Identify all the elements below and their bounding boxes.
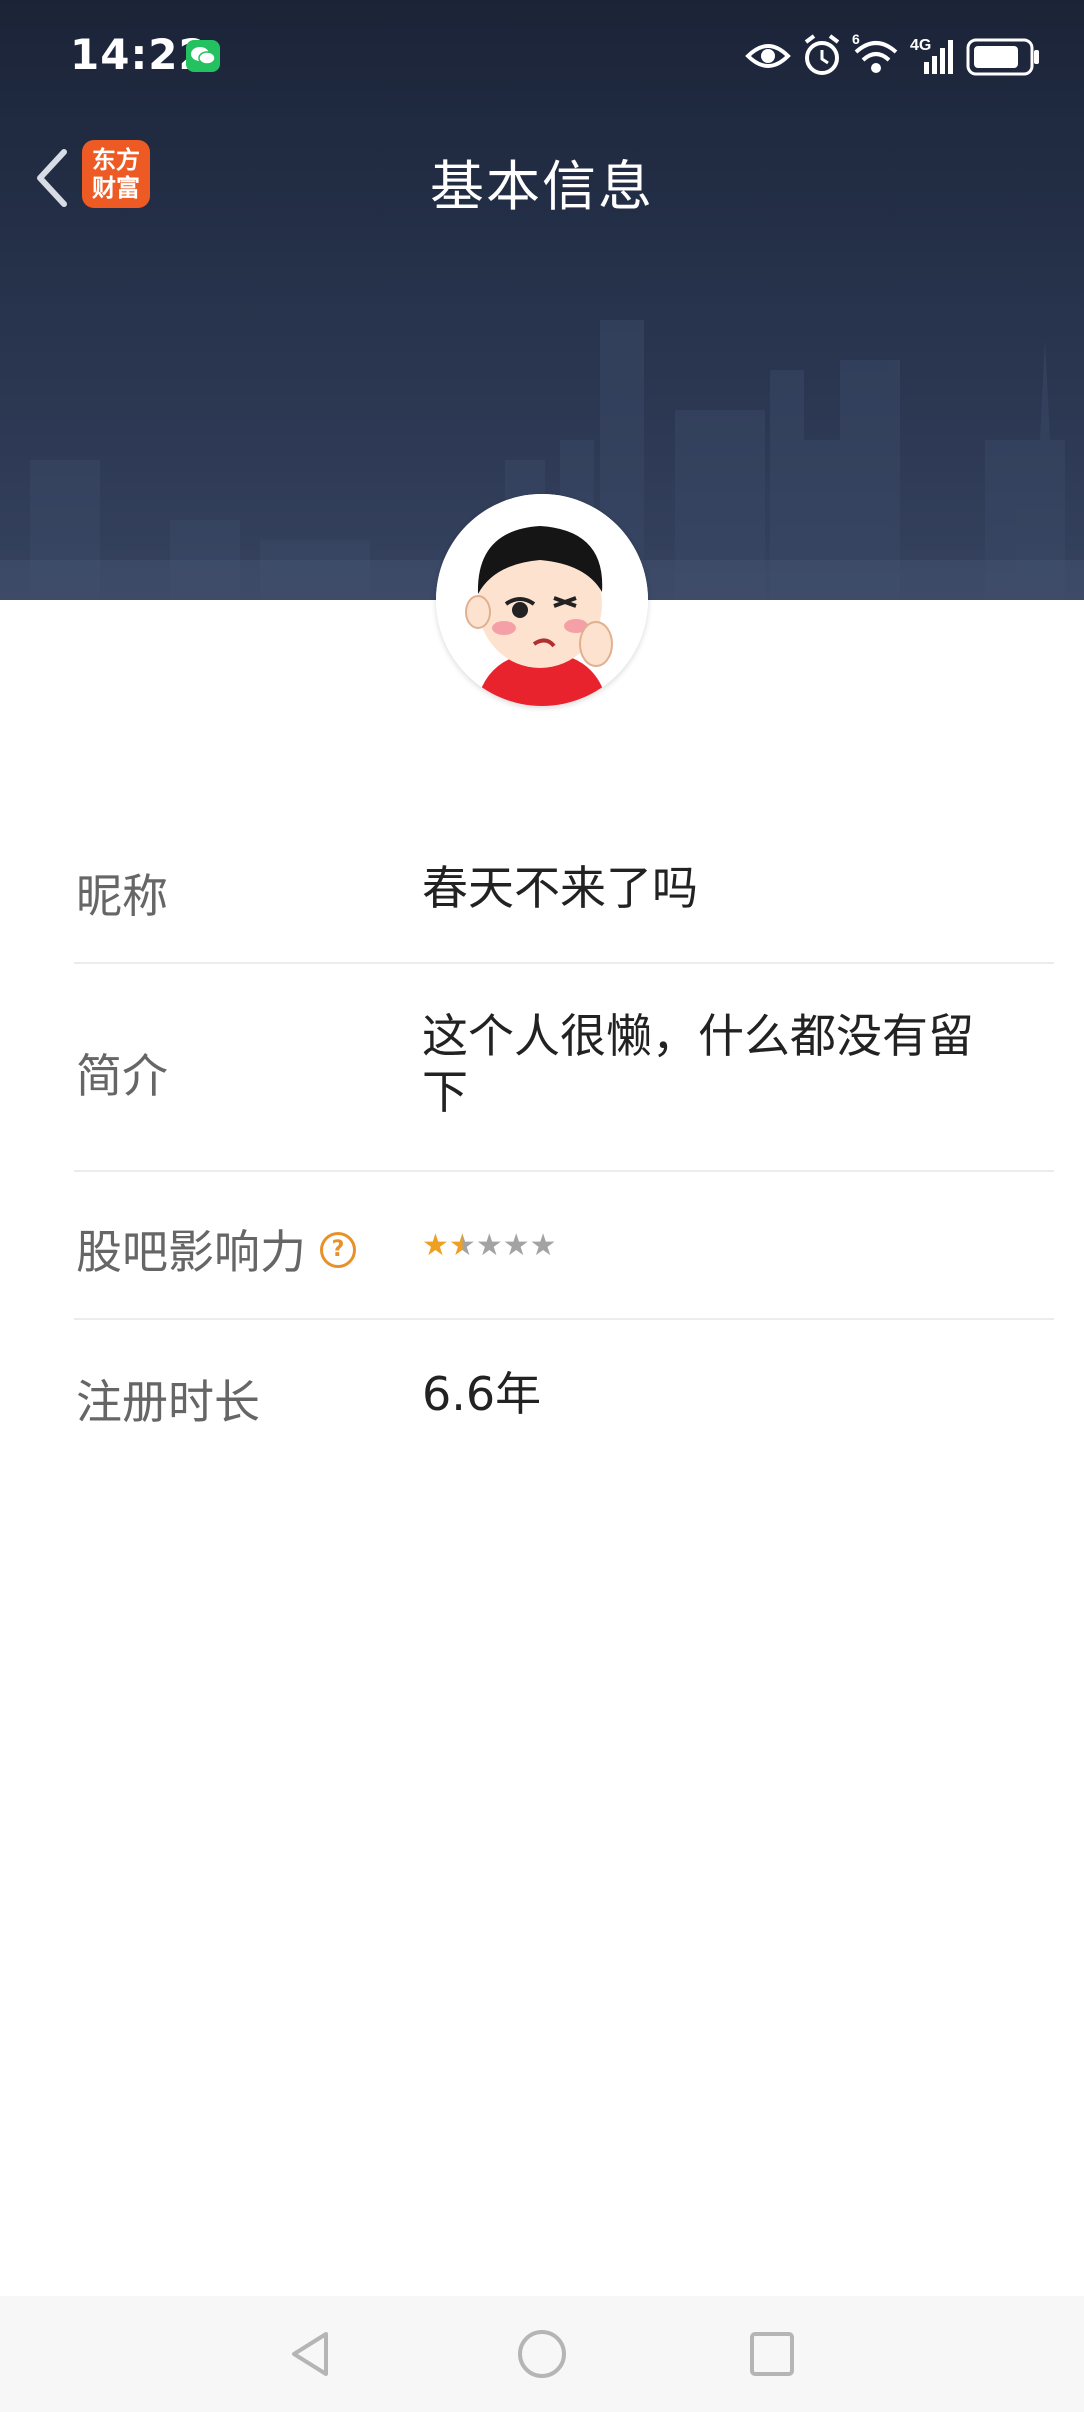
- square-recents-icon: [750, 2332, 794, 2376]
- alarm-icon: [804, 34, 840, 75]
- status-bar: 14:22 6 4G: [0, 0, 1084, 110]
- page-title: 基本信息: [430, 155, 654, 218]
- svg-text:6: 6: [852, 32, 860, 47]
- influence-row: 股吧影响力? ★★★★★: [74, 1172, 1054, 1320]
- duration-value: 6.6年: [422, 1367, 542, 1421]
- intro-label: 简介: [76, 1049, 168, 1103]
- system-nav-bar: [0, 2296, 1084, 2412]
- star-icon: ★: [422, 1228, 449, 1263]
- signal-4g-icon: 4G: [910, 37, 953, 74]
- influence-star-rating: ★★★★★: [422, 1228, 557, 1263]
- profile-info-list: 昵称 春天不来了吗 简介 这个人很懒，什么都没有留下 股吧影响力? ★★★★★ …: [74, 810, 1054, 1470]
- system-home-button[interactable]: [514, 2326, 570, 2382]
- intro-value: 这个人很懒，什么都没有留下: [422, 1009, 974, 1119]
- nickname-label: 昵称: [76, 869, 168, 923]
- star-icon: ★: [502, 1228, 530, 1263]
- svg-text:4G: 4G: [910, 37, 931, 54]
- intro-row: 简介 这个人很懒，什么都没有留下: [74, 964, 1054, 1172]
- wifi-6-icon: 6: [852, 32, 898, 73]
- duration-label: 注册时长: [76, 1375, 260, 1429]
- system-back-button[interactable]: [282, 2326, 338, 2382]
- system-status-icons: 6 4G: [745, 32, 1039, 76]
- nickname-value: 春天不来了吗: [422, 861, 698, 915]
- wechat-icon: [186, 40, 220, 72]
- avatar[interactable]: [436, 494, 648, 706]
- system-recents-button[interactable]: [744, 2326, 800, 2382]
- nickname-row: 昵称 春天不来了吗: [74, 810, 1054, 964]
- battery-icon: [966, 38, 1039, 76]
- triangle-back-icon: [292, 2332, 328, 2376]
- eye-icon: [745, 44, 791, 68]
- star-icon: ★: [448, 1228, 476, 1263]
- circle-home-icon: [518, 2330, 566, 2378]
- top-nav: 东方 财富 基本信息: [0, 120, 1084, 240]
- cartoon-avatar: [436, 494, 648, 706]
- star-icon: ★: [529, 1228, 557, 1263]
- duration-row: 注册时长 6.6年: [74, 1320, 1054, 1470]
- question-circle-icon[interactable]: ?: [320, 1231, 356, 1268]
- influence-label: 股吧影响力?: [76, 1216, 356, 1282]
- star-icon: ★: [475, 1228, 503, 1263]
- influence-label-text: 股吧影响力: [76, 1225, 306, 1279]
